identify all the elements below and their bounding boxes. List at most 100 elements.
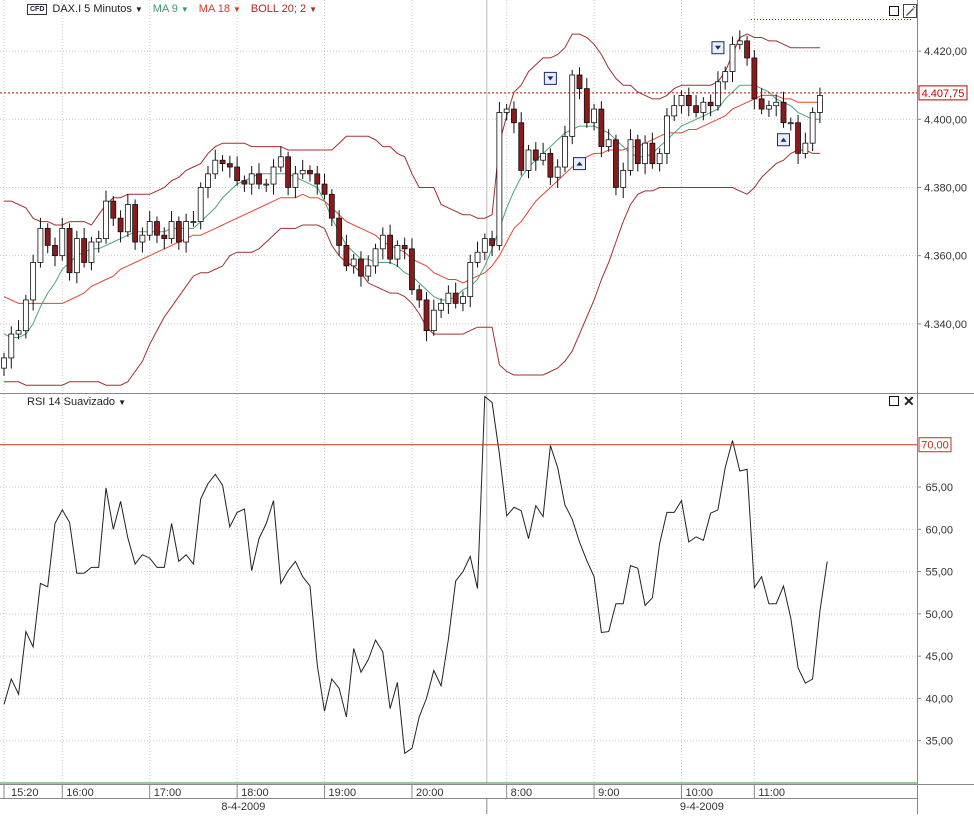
price-tag: 4.407,75 bbox=[922, 88, 965, 100]
candle-body bbox=[489, 238, 495, 246]
rsi-pane-window-controls: ✕ bbox=[889, 394, 915, 408]
candle-body bbox=[328, 193, 335, 219]
candle-body bbox=[795, 122, 801, 154]
candle-body bbox=[190, 221, 197, 223]
draw-tool-button[interactable] bbox=[903, 4, 917, 18]
candle-body bbox=[547, 152, 554, 178]
x-tick-label: 16:00 bbox=[66, 787, 94, 799]
ma9-indicator[interactable]: MA 9 ▼ bbox=[153, 3, 189, 15]
candle-body bbox=[605, 139, 612, 147]
candle-body bbox=[401, 245, 408, 250]
candle-body bbox=[729, 43, 736, 72]
ma18-indicator[interactable]: MA 18 ▼ bbox=[199, 3, 241, 15]
main-pane-header: CFD DAX.I 5 Minutos ▼ MA 9 ▼ MA 18 ▼ BOL… bbox=[27, 3, 317, 15]
candle-body bbox=[569, 74, 576, 137]
y-tick-label: 55,00 bbox=[925, 567, 953, 579]
candle-body bbox=[350, 258, 357, 267]
y-tick-label: 65,00 bbox=[925, 482, 953, 494]
candle-body bbox=[664, 115, 670, 154]
candle-body bbox=[59, 227, 66, 257]
candle-body bbox=[736, 40, 743, 45]
rsi-level-tag: 70,00 bbox=[921, 440, 949, 452]
candle-body bbox=[22, 299, 29, 332]
sell-signal-icon[interactable] bbox=[711, 41, 725, 55]
candle-body bbox=[678, 95, 685, 107]
boll-indicator[interactable]: BOLL 20; 2 ▼ bbox=[251, 3, 317, 15]
candle-body bbox=[481, 238, 488, 253]
candle-body bbox=[379, 234, 386, 250]
y-tick-label: 4.400,00 bbox=[924, 114, 967, 126]
y-tick-label: 60,00 bbox=[925, 524, 953, 536]
candle-body bbox=[780, 101, 787, 124]
candle-body bbox=[518, 122, 525, 171]
candle-body bbox=[66, 227, 73, 274]
candle-body bbox=[212, 159, 219, 175]
x-tick-label: 9:00 bbox=[598, 787, 619, 799]
candle-body bbox=[336, 217, 343, 246]
candle-body bbox=[132, 204, 139, 243]
chevron-down-icon: ▼ bbox=[134, 4, 143, 14]
candle-body bbox=[299, 170, 306, 175]
candle-body bbox=[423, 299, 430, 332]
candle bbox=[613, 134, 619, 196]
candle-body bbox=[154, 221, 160, 236]
candle-body bbox=[44, 227, 51, 246]
candle-body bbox=[219, 159, 226, 165]
maximize-pane-button[interactable] bbox=[889, 396, 899, 406]
x-tick-label: 8:00 bbox=[511, 787, 532, 799]
candle-body bbox=[583, 88, 590, 124]
candle-body bbox=[314, 173, 321, 185]
rsi-indicator-selector[interactable]: RSI 14 Suavizado ▼ bbox=[27, 396, 126, 408]
candle-body bbox=[197, 187, 204, 222]
candle-body bbox=[124, 204, 131, 233]
candle-body bbox=[693, 105, 699, 113]
candle bbox=[132, 199, 139, 250]
x-tick-label: 18:00 bbox=[241, 787, 269, 799]
candle bbox=[66, 223, 73, 281]
candle-body bbox=[81, 238, 88, 263]
candle-body bbox=[511, 108, 517, 124]
chart-canvas[interactable]: 70,00 4.420,00 4.400,00 4.380,00 4.360,00 4.… bbox=[0, 0, 974, 814]
candle-body bbox=[656, 152, 663, 165]
candle-body bbox=[438, 302, 445, 311]
candle-body bbox=[591, 108, 597, 124]
candle-body bbox=[496, 112, 503, 246]
candle-body bbox=[715, 81, 721, 107]
candle-body bbox=[634, 139, 641, 165]
sell-signal-icon[interactable] bbox=[543, 71, 557, 85]
candle-body bbox=[175, 221, 182, 243]
y-tick-label: 4.420,00 bbox=[924, 46, 967, 58]
candle-body bbox=[627, 139, 634, 171]
close-icon[interactable]: ✕ bbox=[903, 394, 915, 408]
candle-body bbox=[409, 248, 415, 291]
candle-body bbox=[88, 241, 95, 263]
candle-body bbox=[525, 149, 532, 171]
y-tick-label: 35,00 bbox=[925, 736, 953, 748]
candle-body bbox=[817, 95, 823, 113]
candle-body bbox=[707, 101, 714, 107]
symbol-selector[interactable]: CFD DAX.I 5 Minutos ▼ bbox=[27, 3, 143, 15]
candle-body bbox=[37, 227, 44, 263]
chevron-down-icon: ▼ bbox=[232, 4, 241, 14]
candle bbox=[496, 101, 503, 251]
candle-body bbox=[598, 108, 605, 147]
x-tick-label: 15:20 bbox=[11, 787, 39, 799]
candle-body bbox=[205, 173, 211, 188]
maximize-pane-button[interactable] bbox=[889, 6, 899, 16]
candle-body bbox=[183, 221, 190, 243]
buy-signal-icon[interactable] bbox=[776, 133, 790, 147]
candle-body bbox=[343, 245, 350, 267]
candle-body bbox=[416, 289, 423, 301]
candle-body bbox=[307, 170, 313, 175]
buy-signal-icon[interactable] bbox=[573, 157, 587, 171]
main-pane-window-controls bbox=[889, 4, 917, 18]
candle-body bbox=[722, 71, 729, 83]
ma9-label: MA 9 bbox=[152, 3, 178, 15]
candle-body bbox=[809, 112, 816, 144]
x-tick-label: 10:00 bbox=[686, 787, 714, 799]
candle-body bbox=[766, 105, 772, 110]
candle-body bbox=[394, 245, 401, 260]
rsi-pane-header: RSI 14 Suavizado ▼ bbox=[27, 396, 126, 408]
candle-body bbox=[15, 330, 22, 335]
candle-body bbox=[613, 139, 619, 188]
